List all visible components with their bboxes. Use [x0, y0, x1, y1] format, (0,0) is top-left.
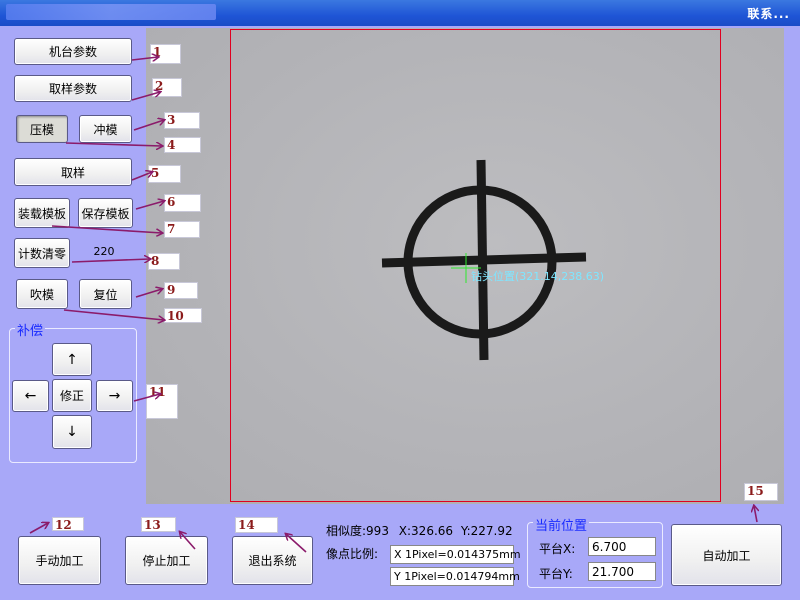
move-left-button[interactable]: ← — [12, 380, 49, 412]
annotation-box-12: 12 — [52, 517, 84, 532]
annotation-box-7: 7 — [164, 221, 200, 238]
window-title — [6, 4, 216, 20]
annotation-box-3: 3 — [164, 112, 200, 129]
annotation-1: 1 — [153, 45, 162, 59]
sample-button[interactable]: 取样 — [14, 158, 132, 186]
x-pixel-ratio-field: X 1Pixel=0.014375mm — [390, 545, 521, 564]
contact-link[interactable]: 联系... — [747, 5, 790, 22]
platform-y-label: 平台Y: — [539, 567, 573, 581]
annotation-box-4: 4 — [164, 137, 201, 153]
arrow-8 — [71, 259, 150, 262]
count-reset-button[interactable]: 计数清零 — [14, 238, 70, 268]
sample-params-button[interactable]: 取样参数 — [14, 75, 132, 102]
annotation-9: 9 — [167, 283, 176, 297]
annotation-box-2: 2 — [152, 78, 182, 97]
y-value: 227.92 — [470, 524, 513, 538]
annotation-7: 7 — [167, 222, 176, 236]
annotation-10: 10 — [167, 309, 184, 323]
annotation-box-9: 9 — [164, 282, 198, 299]
y-label: Y: — [460, 524, 471, 538]
drill-position-label: 钻头位置(321.14,238.63) — [471, 270, 605, 283]
load-template-button[interactable]: 装载模板 — [14, 198, 70, 228]
auto-process-button[interactable]: 自动加工 — [671, 524, 782, 586]
annotation-box-11: 11 — [146, 384, 178, 419]
press-mold-button[interactable]: 压模 — [16, 115, 68, 143]
annotation-15: 15 — [747, 484, 764, 498]
pixel-ratio-label: 像点比例: — [326, 547, 379, 561]
annotation-3: 3 — [167, 113, 176, 127]
arrow-12 — [29, 523, 48, 534]
counter-value: 220 — [93, 245, 115, 258]
x-label: X: — [398, 524, 412, 538]
annotation-box-13: 13 — [141, 517, 176, 532]
annotation-box-8: 8 — [148, 253, 180, 270]
correct-button[interactable]: 修正 — [52, 379, 92, 412]
annotation-12: 12 — [55, 518, 72, 532]
annotation-box-10: 10 — [164, 308, 202, 323]
similarity-value: 993 — [366, 524, 389, 538]
platform-x-field: 6.700 — [588, 537, 656, 556]
manual-process-button[interactable]: 手动加工 — [18, 536, 101, 585]
y-pixel-ratio-field: Y 1Pixel=0.014794mm — [390, 567, 520, 586]
blow-mold-button[interactable]: 吹模 — [16, 279, 68, 309]
arrow-15 — [754, 506, 757, 523]
move-right-button[interactable]: → — [96, 380, 133, 412]
annotation-box-5: 5 — [148, 165, 181, 183]
reset-button[interactable]: 复位 — [79, 279, 132, 309]
annotation-8: 8 — [151, 254, 160, 268]
target-crosshair — [381, 159, 587, 361]
annotation-6: 6 — [167, 195, 176, 209]
save-template-button[interactable]: 保存模板 — [78, 198, 133, 228]
similarity-label: 相似度: — [326, 524, 367, 538]
current-position-title: 当前位置 — [533, 515, 590, 534]
annotation-box-14: 14 — [235, 517, 278, 533]
stop-process-button[interactable]: 停止加工 — [125, 536, 208, 585]
annotation-box-6: 6 — [164, 194, 201, 212]
x-value: 326.66 — [411, 524, 454, 538]
move-down-button[interactable]: ↓ — [52, 415, 92, 449]
move-up-button[interactable]: ↑ — [52, 343, 92, 376]
annotation-4: 4 — [167, 138, 176, 152]
punch-mold-button[interactable]: 冲模 — [79, 115, 132, 143]
similarity-readout: 相似度:993 X:326.66 Y:227.92 — [326, 522, 513, 539]
exit-system-button[interactable]: 退出系统 — [232, 536, 313, 585]
annotation-13: 13 — [144, 518, 161, 532]
platform-x-label: 平台X: — [539, 542, 576, 556]
annotation-5: 5 — [151, 166, 160, 180]
platform-y-field: 21.700 — [588, 562, 656, 581]
target-horizontal-line — [381, 252, 587, 268]
annotation-2: 2 — [155, 79, 164, 93]
compensation-title: 补偿 — [15, 320, 46, 339]
annotation-box-15: 15 — [744, 483, 778, 501]
annotation-14: 14 — [238, 518, 255, 532]
machine-params-button[interactable]: 机台参数 — [14, 38, 132, 65]
annotation-box-1: 1 — [150, 44, 181, 64]
annotation-11: 11 — [149, 385, 166, 399]
